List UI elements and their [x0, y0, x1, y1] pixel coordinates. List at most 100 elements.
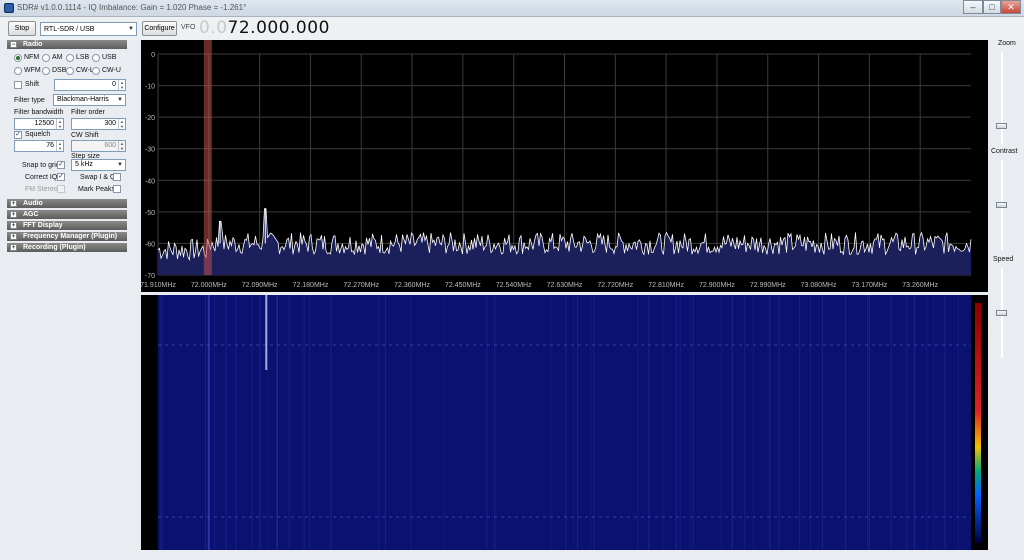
mode-usb-radio[interactable] [92, 54, 100, 62]
x-tick-label: 73.260MHz [902, 282, 938, 289]
y-tick-label: -40 [145, 178, 155, 185]
y-tick-label: -70 [145, 273, 155, 280]
mark-peaks-checkbox[interactable] [113, 185, 121, 193]
agc-section-title: AGC [23, 211, 39, 218]
swap-iq-checkbox[interactable] [113, 173, 121, 181]
snap-to-grid-label: Snap to grid [22, 162, 60, 169]
step-size-select[interactable]: 5 kHz ▼ [71, 159, 126, 171]
waterfall-streak [410, 295, 412, 550]
zoom-slider-track[interactable] [1001, 52, 1003, 144]
mode-wfm-radio[interactable] [14, 67, 22, 75]
mode-cwu-radio[interactable] [92, 67, 100, 75]
spinner-arrows-icon[interactable]: ▲ ▼ [56, 141, 63, 151]
x-tick-label: 72.990MHz [750, 282, 786, 289]
fm-stereo-label: FM Stereo [25, 186, 58, 193]
waterfall-streak [944, 295, 946, 550]
radio-section-title: Radio [23, 41, 43, 48]
vfo-marker [203, 40, 212, 275]
agc-section-header[interactable]: + AGC [7, 210, 127, 219]
maximize-button[interactable]: □ [983, 0, 1001, 14]
squelch-spinner[interactable]: 76 ▲ ▼ [14, 140, 64, 152]
fm-stereo-checkbox [57, 185, 65, 193]
shift-checkbox[interactable] [14, 81, 22, 89]
step-size-value: 5 kHz [75, 161, 93, 168]
vfo-digits-dim: 0.0 [199, 18, 228, 38]
spinner-arrows-icon[interactable]: ▲ ▼ [118, 80, 125, 90]
x-tick-label: 72.810MHz [648, 282, 684, 289]
waterfall-streak [868, 295, 870, 550]
radio-section-header[interactable]: − Radio [7, 40, 127, 49]
window-title: SDR# v1.0.0.1114 - IQ Imbalance: Gain = … [17, 3, 246, 12]
mode-dsb-label: DSB [52, 67, 67, 74]
swap-iq-label: Swap I & Q [80, 174, 116, 181]
chevron-down-icon: ▼ [117, 162, 123, 168]
collapse-icon: − [10, 41, 17, 48]
filter-order-spinner[interactable]: 300 ▲ ▼ [71, 118, 126, 130]
waterfall-streak [494, 295, 496, 550]
frequency-manager-section-header[interactable]: + Frequency Manager (Plugin) [7, 232, 127, 241]
waterfall-streak [378, 295, 380, 550]
spinner-arrows-icon: ▲ ▼ [118, 141, 125, 151]
mode-lsb-label: LSB [76, 54, 90, 61]
filter-type-value: Blackman-Harris [57, 96, 109, 103]
mode-cwl-radio[interactable] [66, 67, 74, 75]
waterfall-streak [778, 295, 780, 550]
squelch-checkbox[interactable]: ✓ [14, 131, 22, 139]
zoom-slider-thumb[interactable] [996, 122, 1007, 129]
waterfall-streak [309, 295, 311, 550]
squelch-label: Squelch [25, 131, 51, 138]
vfo-frequency-display[interactable]: 0.072.000.000 [199, 18, 330, 38]
x-tick-label: 72.450MHz [445, 282, 481, 289]
filter-type-select[interactable]: Blackman-Harris ▼ [53, 94, 126, 106]
shift-spinner[interactable]: 0 ▲ ▼ [54, 79, 126, 91]
filter-bandwidth-spinner[interactable]: 12500 ▲ ▼ [14, 118, 64, 130]
waterfall-streak [693, 295, 695, 550]
spinner-arrows-icon[interactable]: ▲ ▼ [118, 119, 125, 129]
waterfall-streak [662, 295, 664, 550]
stop-button[interactable]: Stop [8, 21, 36, 36]
waterfall-streak [213, 295, 215, 550]
snap-to-grid-checkbox[interactable]: ✓ [57, 161, 65, 169]
close-button[interactable]: ✕ [1001, 0, 1021, 14]
waterfall-streak [443, 295, 445, 550]
y-tick-label: -60 [145, 241, 155, 248]
mode-dsb-radio[interactable] [42, 67, 50, 75]
waterfall-streak [744, 295, 746, 550]
waterfall-streak [679, 295, 681, 550]
minimize-button[interactable]: – [963, 0, 983, 14]
waterfall-streak [225, 295, 227, 550]
x-tick-label: 72.630MHz [547, 282, 583, 289]
spectrum-display[interactable]: 0 -10 -20 -30 -40 -50 -60 -70 71.910MHz 72.000MHz… [140, 40, 988, 292]
waterfall-streak [675, 295, 677, 550]
device-select[interactable]: RTL-SDR / USB ▼ [40, 22, 137, 36]
shift-label: Shift [25, 81, 40, 88]
waterfall-streak [577, 295, 579, 550]
waterfall-streak [289, 295, 291, 550]
mode-am-radio[interactable] [42, 54, 50, 62]
waterfall-streak [288, 295, 290, 550]
waterfall-streak [648, 295, 650, 550]
contrast-label: Contrast [991, 148, 1018, 155]
correct-iq-checkbox[interactable]: ✓ [57, 173, 65, 181]
contrast-slider-thumb[interactable] [996, 202, 1007, 208]
mode-nfm-radio[interactable] [14, 54, 22, 62]
waterfall-streak [913, 295, 915, 550]
mode-lsb-radio[interactable] [66, 54, 74, 62]
waterfall-streak [890, 295, 892, 550]
recording-section-header[interactable]: + Recording (Plugin) [7, 243, 127, 252]
waterfall-streak [204, 295, 206, 550]
spectrum-chart[interactable]: 0 -10 -20 -30 -40 -50 -60 -70 71.910MHz 72.000MHz… [140, 40, 988, 292]
spinner-arrows-icon[interactable]: ▲ ▼ [56, 119, 63, 129]
waterfall-streak [303, 295, 305, 550]
waterfall-signal-trace [265, 295, 268, 370]
audio-section-header[interactable]: + Audio [7, 199, 127, 208]
waterfall-chart[interactable] [141, 295, 988, 550]
vfo-label: VFO [181, 24, 196, 31]
cw-shift-label: CW Shift [71, 132, 99, 139]
waterfall-streak [486, 295, 488, 550]
speed-slider-thumb[interactable] [996, 310, 1007, 316]
mode-wfm-label: WFM [24, 67, 41, 74]
waterfall-display[interactable] [141, 295, 988, 550]
configure-button[interactable]: Configure [142, 21, 177, 36]
fft-display-section-header[interactable]: + FFT Display [7, 221, 127, 230]
